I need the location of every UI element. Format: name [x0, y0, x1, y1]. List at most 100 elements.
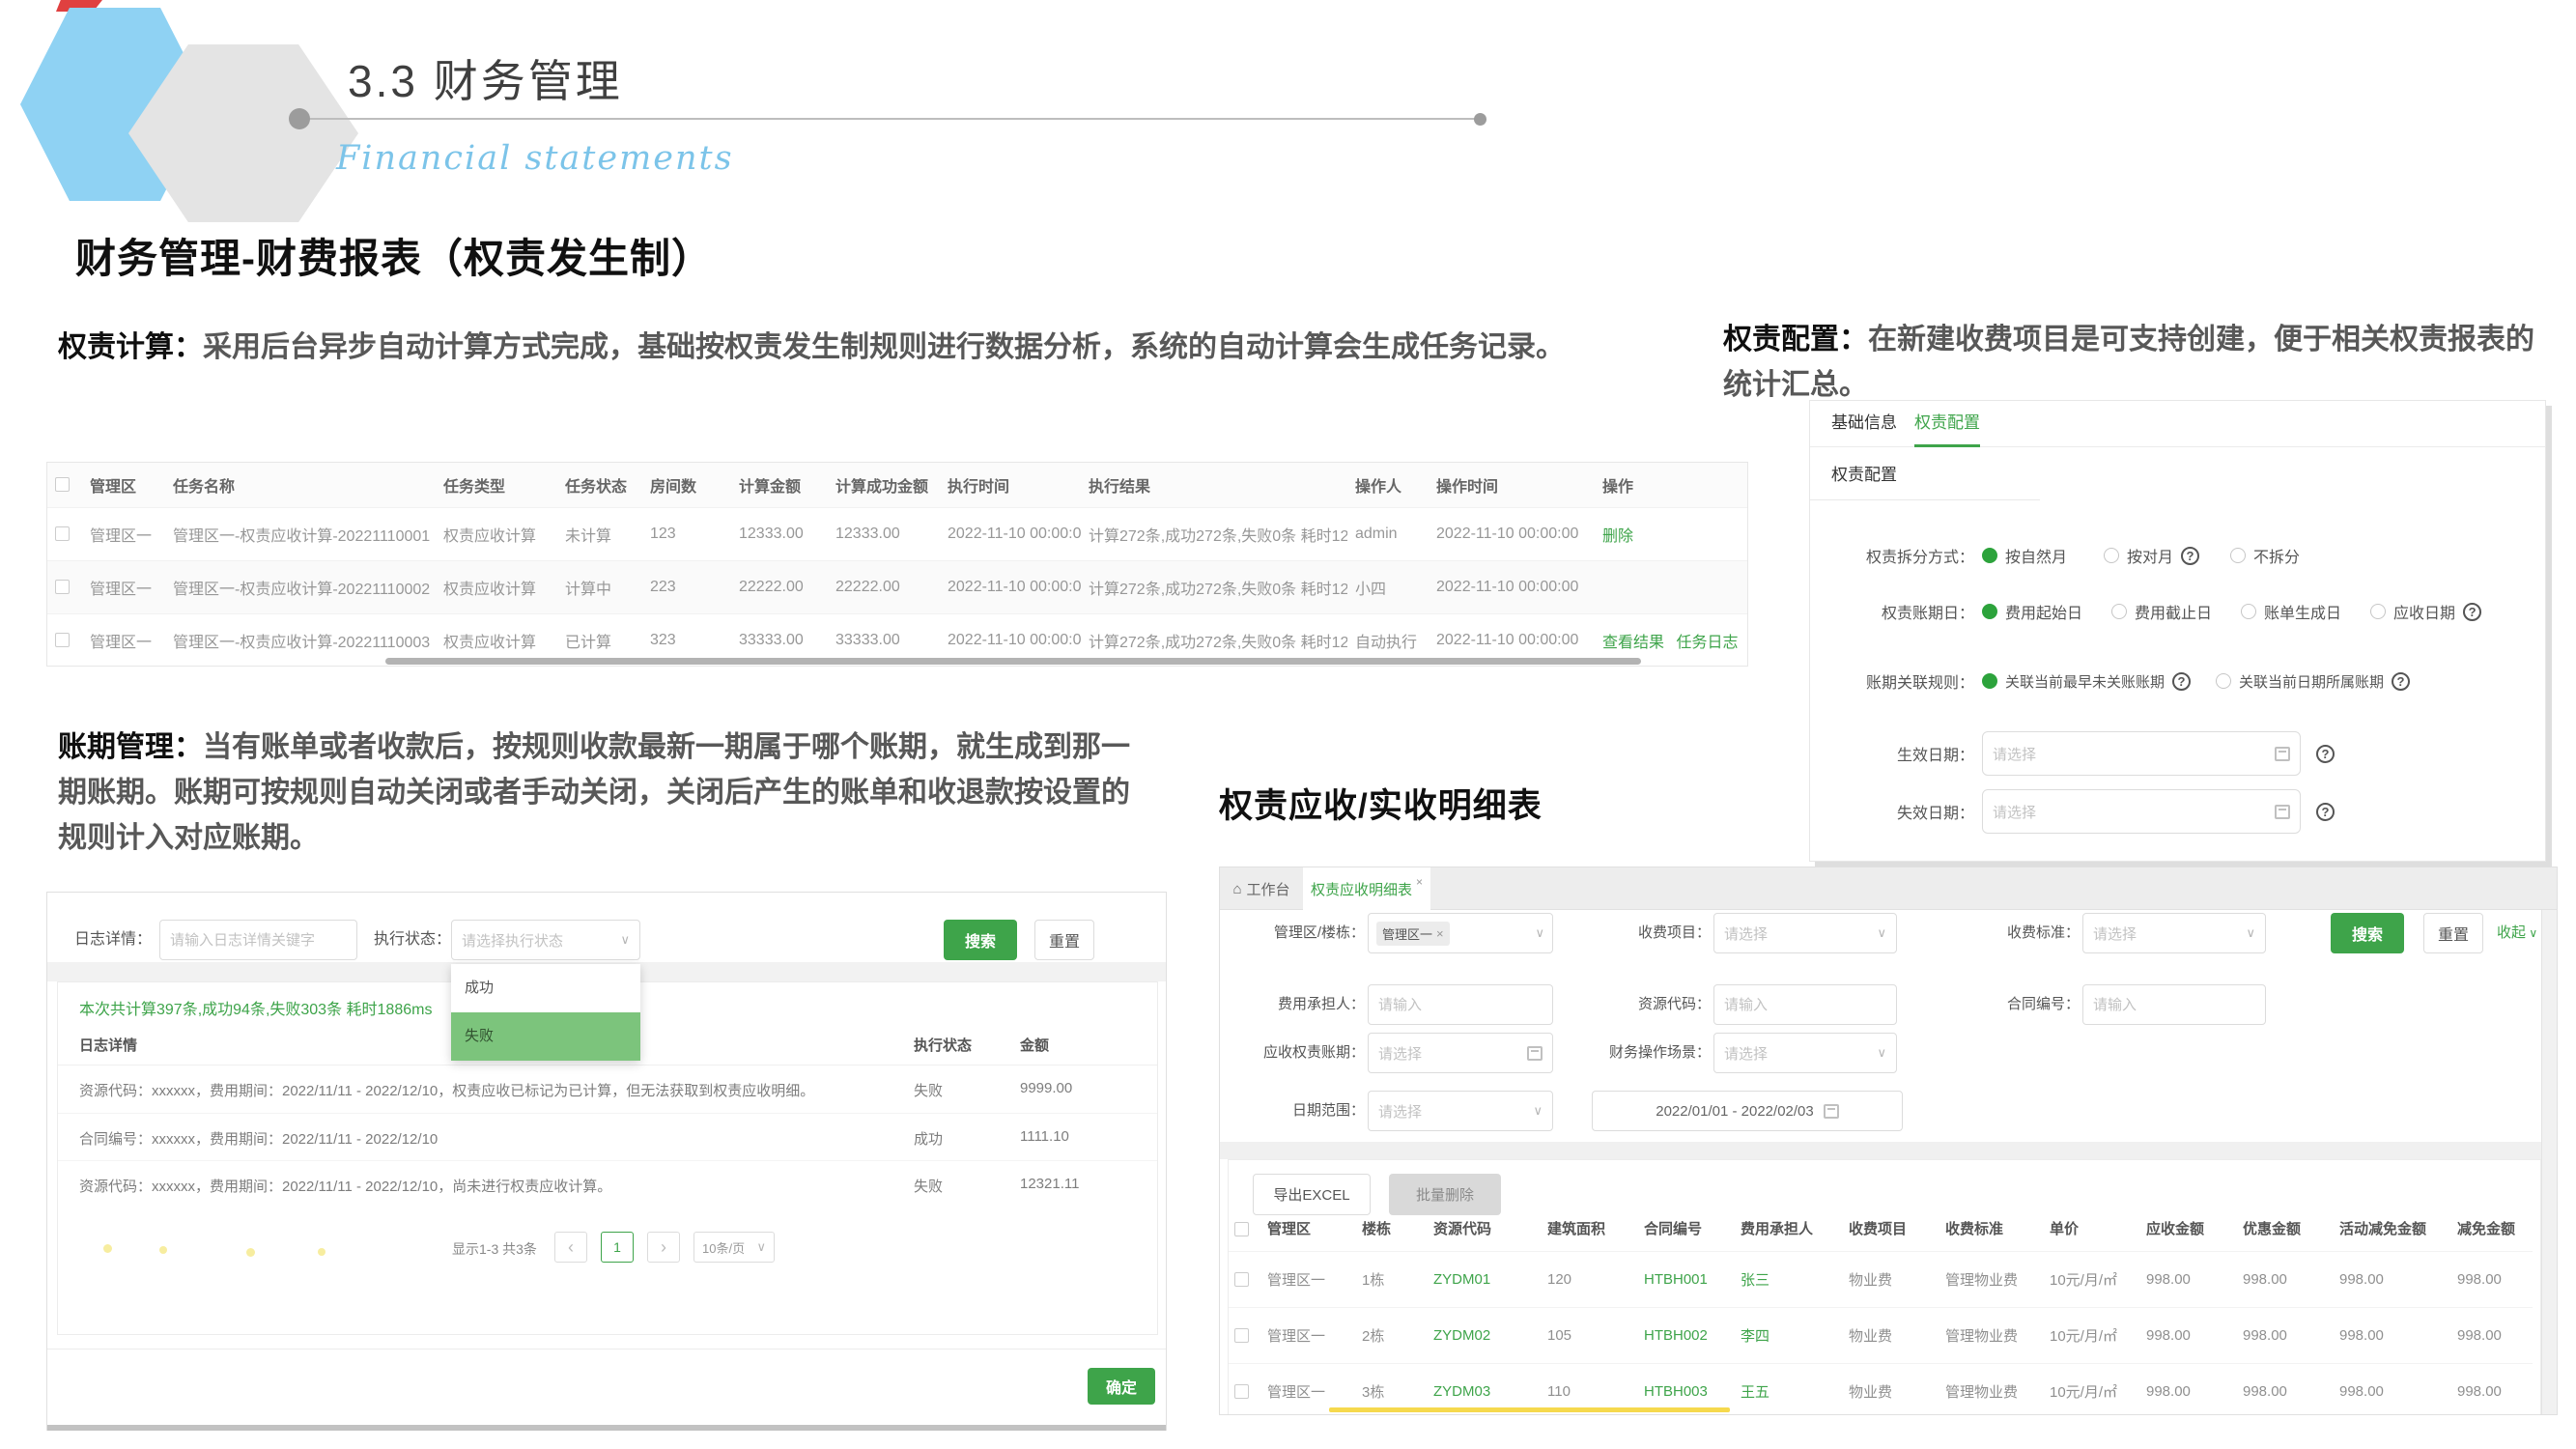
calendar-icon [2275, 805, 2290, 819]
row-checkbox[interactable] [1234, 1272, 1249, 1287]
annotation-dot [318, 1248, 326, 1256]
close-icon[interactable]: × [1416, 875, 1423, 889]
vertical-scrollbar[interactable] [2541, 910, 2558, 1415]
resource-input[interactable] [1713, 984, 1897, 1025]
detail-reset-button[interactable]: 重置 [2423, 913, 2483, 953]
expire-date-input[interactable]: 请选择 [1982, 789, 2301, 834]
chevron-down-icon: ∨ [2526, 926, 2537, 940]
footer-divider [47, 1349, 1166, 1350]
row-checkbox[interactable] [1234, 1384, 1249, 1399]
select-all-checkbox[interactable] [1234, 1222, 1249, 1236]
tab-detail-report[interactable]: 权责应收明细表× [1303, 867, 1430, 910]
finance-scene-label: 财务操作场景： [1568, 1033, 1711, 1073]
contract-label: 合同编号： [1935, 984, 2080, 1025]
fee-std-label: 收费标准： [1935, 913, 2080, 953]
resource-code-link[interactable]: ZYDM02 [1428, 1307, 1542, 1363]
task-table: 管理区 任务名称 任务类型 任务状态 房间数 计算金额 计算成功金额 执行时间 … [47, 463, 1748, 667]
finance-scene-select[interactable]: 请选择∨ [1713, 1033, 1897, 1073]
effective-date-input[interactable]: 请选择 [1982, 731, 2301, 776]
resource-code-link[interactable]: ZYDM01 [1428, 1251, 1542, 1307]
page-size-select[interactable]: 10条/页∨ [694, 1232, 775, 1263]
dropdown-option-fail[interactable]: 失败 [451, 1012, 640, 1061]
tag-close-icon[interactable]: × [1436, 926, 1444, 941]
link-rule-label: 账期关联规则： [1833, 669, 1974, 693]
radio-natural-month[interactable] [1982, 548, 1997, 563]
link-rule-row: 账期关联规则： 关联当前最早未关账账期 关联当前日期所属账期 [1833, 662, 2537, 700]
radio-bill-generated[interactable] [2241, 604, 2256, 619]
task-log-link[interactable]: 任务日志 [1676, 635, 1738, 651]
task-col-success-amount: 计算成功金额 [828, 463, 940, 507]
next-page-button[interactable]: › [647, 1232, 680, 1263]
split-mode-label: 权责拆分方式： [1833, 544, 1974, 567]
delete-link[interactable]: 删除 [1602, 528, 1633, 545]
log-detail-input[interactable] [159, 920, 357, 960]
log-row: 合同编号：xxxxxx，费用期间：2022/11/11 - 2022/12/10… [58, 1113, 1157, 1160]
confirm-button[interactable]: 确定 [1088, 1368, 1155, 1405]
row-checkbox[interactable] [1234, 1328, 1249, 1343]
help-icon[interactable] [2392, 672, 2410, 691]
accrual-config-label: 权责配置： [1723, 324, 1868, 355]
detail-search-button[interactable]: 搜索 [2331, 913, 2404, 953]
row-checkbox[interactable] [55, 580, 70, 594]
collapse-link[interactable]: 收起 ∨ [2497, 913, 2537, 953]
config-section-title: 权责配置 [1831, 461, 1897, 485]
help-icon[interactable] [2181, 547, 2199, 565]
date-range-type-select[interactable]: 请选择∨ [1368, 1091, 1553, 1131]
horizontal-scrollbar[interactable] [385, 658, 1641, 665]
help-icon[interactable] [2316, 803, 2335, 821]
section-divider [1810, 499, 2040, 500]
radio-earliest-open-period[interactable] [1982, 673, 1997, 689]
task-col-actions: 操作 [1595, 463, 1748, 507]
fee-std-select[interactable]: 请选择∨ [2082, 913, 2266, 953]
task-col-op-time: 操作时间 [1429, 463, 1595, 507]
radio-no-split[interactable] [2230, 548, 2246, 563]
calc-summary-text: 本次共计算397条,成功94条,失败303条 耗时1886ms [79, 996, 432, 1019]
fee-item-select[interactable]: 请选择∨ [1713, 913, 1897, 953]
radio-current-date-period[interactable] [2216, 673, 2231, 689]
row-checkbox[interactable] [55, 633, 70, 647]
radio-receivable-date[interactable] [2370, 604, 2386, 619]
chevron-down-icon: ∨ [2246, 925, 2255, 941]
current-page-button[interactable]: 1 [601, 1232, 634, 1263]
date-range-picker[interactable]: 2022/01/01 - 2022/02/03 [1592, 1091, 1903, 1131]
pagination: 显示1-3 共3条 ‹ 1 › 10条/页∨ [58, 1232, 1157, 1264]
accrual-period-picker[interactable]: 请选择 [1368, 1033, 1553, 1073]
task-col-result: 执行结果 [1081, 463, 1347, 507]
row-checkbox[interactable] [55, 526, 70, 541]
payer-link[interactable]: 李四 [1735, 1307, 1843, 1363]
region-select[interactable]: 管理区一× ∨ [1368, 913, 1553, 953]
contract-link[interactable]: HTBH001 [1638, 1251, 1735, 1307]
gray-separator [1220, 1142, 2557, 1159]
contract-link[interactable]: HTBH002 [1638, 1307, 1735, 1363]
view-result-link[interactable]: 查看结果 [1602, 635, 1664, 651]
radio-fee-end[interactable] [2111, 604, 2127, 619]
detail-row: 管理区一 1栋 ZYDM01 120 HTBH001 张三 物业费 管理物业费 … [1229, 1251, 2533, 1307]
tab-basic-info[interactable]: 基础信息 [1831, 401, 1897, 444]
help-icon[interactable] [2316, 745, 2335, 763]
payer-link[interactable]: 张三 [1735, 1251, 1843, 1307]
detail-row: 管理区一 2栋 ZYDM02 105 HTBH002 李四 物业费 管理物业费 … [1229, 1307, 2533, 1363]
prev-page-button[interactable]: ‹ [554, 1232, 587, 1263]
log-search-button[interactable]: 搜索 [944, 920, 1017, 960]
calendar-icon [1527, 1046, 1543, 1061]
calendar-icon [1824, 1104, 1839, 1119]
radio-by-month[interactable] [2104, 548, 2119, 563]
expire-date-row: 失效日期： 请选择 [1833, 789, 2537, 834]
log-reset-button[interactable]: 重置 [1034, 920, 1094, 960]
status-dropdown: 成功 失败 [451, 964, 640, 1061]
select-all-checkbox[interactable] [55, 477, 70, 492]
yellow-highlight-underline [1329, 1407, 1730, 1412]
dropdown-option-success[interactable]: 成功 [451, 964, 640, 1012]
exec-status-select[interactable]: 请选择执行状态 ∨ [451, 920, 640, 960]
contract-input[interactable] [2082, 984, 2266, 1025]
payer-link[interactable]: 王五 [1735, 1363, 1843, 1415]
help-icon[interactable] [2172, 672, 2191, 691]
help-icon[interactable] [2463, 603, 2481, 621]
tab-accrual-config[interactable]: 权责配置 [1914, 401, 1980, 447]
tab-workbench[interactable]: ⌂工作台 [1220, 867, 1303, 910]
radio-fee-start[interactable] [1982, 604, 1997, 619]
region-tag[interactable]: 管理区一× [1376, 922, 1450, 946]
annotation-dot [246, 1248, 255, 1257]
payer-input[interactable] [1368, 984, 1553, 1025]
log-row: 资源代码：xxxxxx，费用期间：2022/11/11 - 2022/12/10… [58, 1065, 1157, 1113]
